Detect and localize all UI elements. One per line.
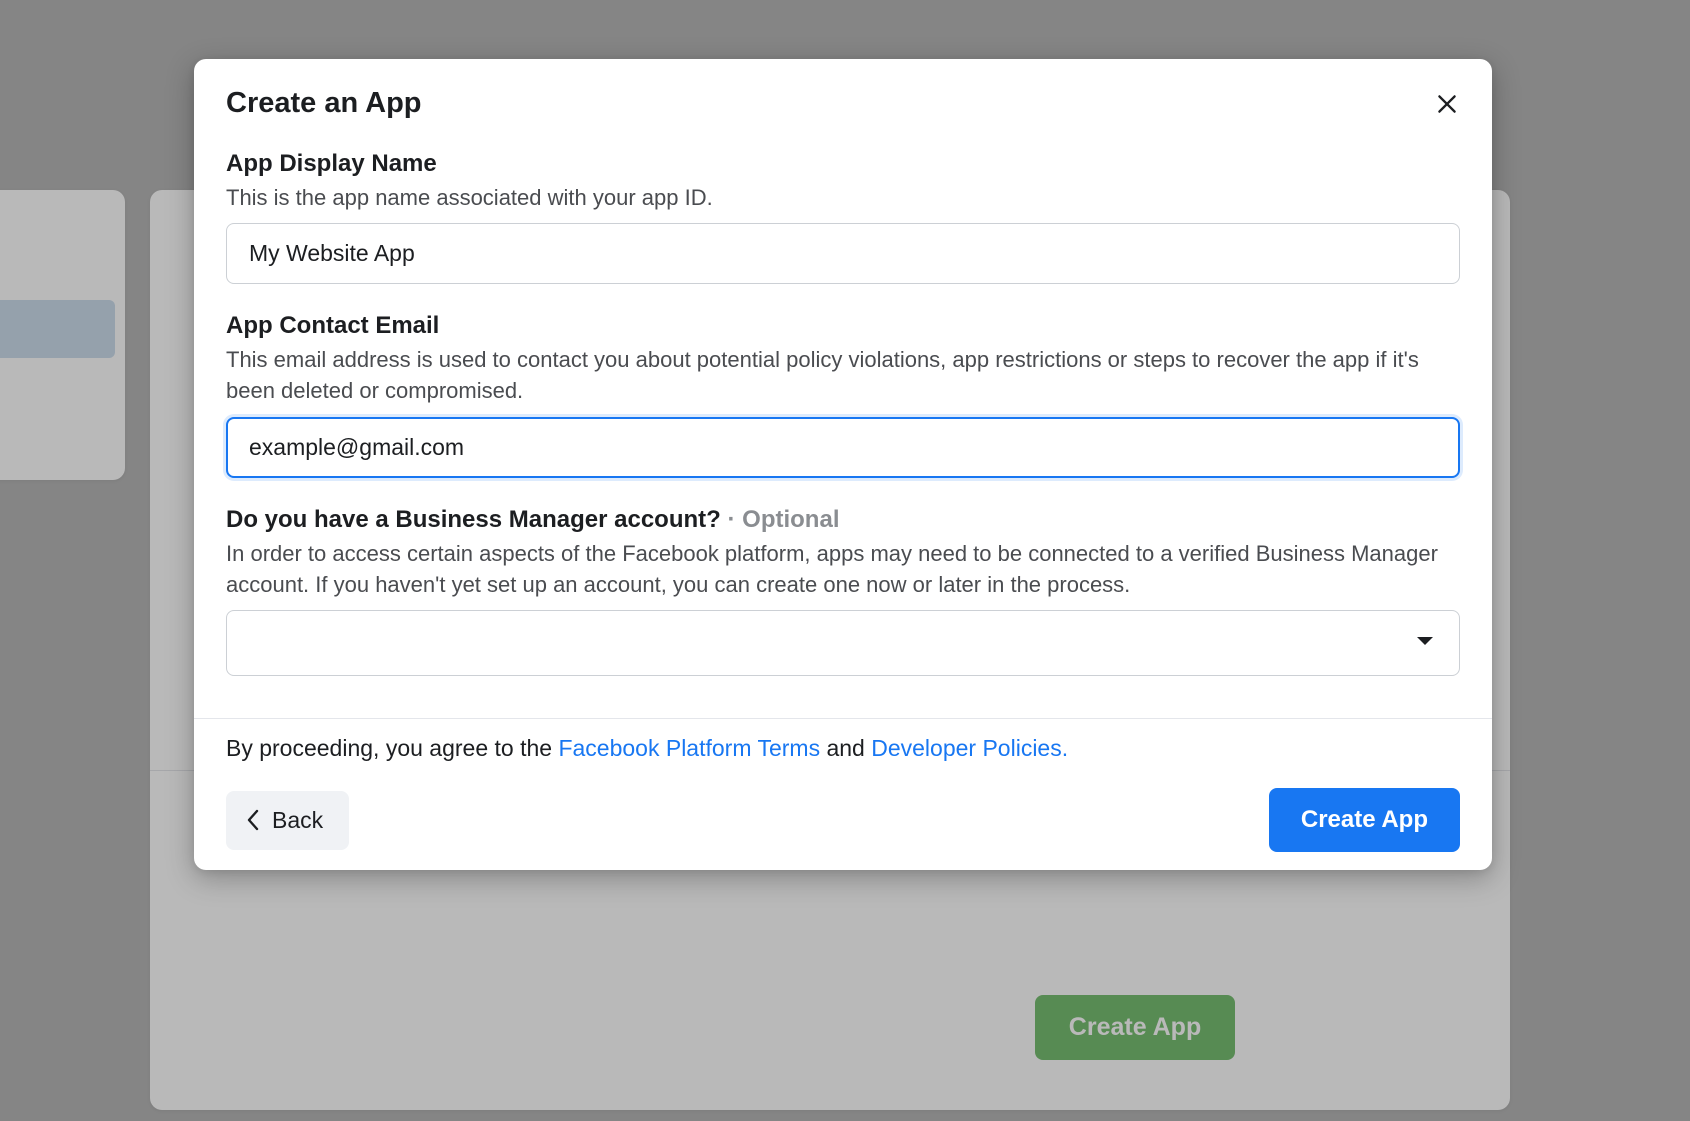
footer-buttons: Back Create App — [226, 788, 1460, 852]
contact-email-input[interactable] — [226, 417, 1460, 478]
display-name-desc: This is the app name associated with you… — [226, 182, 1460, 213]
terms-mid: and — [826, 735, 871, 761]
create-app-button[interactable]: Create App — [1269, 788, 1460, 852]
business-manager-select[interactable] — [226, 610, 1460, 676]
optional-tag: Optional — [742, 506, 839, 533]
back-button[interactable]: Back — [226, 791, 349, 850]
display-name-input[interactable] — [226, 223, 1460, 284]
business-manager-label-text: Do you have a Business Manager account? — [226, 506, 721, 533]
create-app-modal: Create an App App Display Name This is t… — [194, 59, 1492, 870]
terms-prefix: By proceeding, you agree to the — [226, 735, 558, 761]
display-name-label: App Display Name — [226, 150, 1460, 178]
create-app-label: Create App — [1301, 806, 1428, 833]
modal-title: Create an App — [226, 87, 1460, 120]
field-contact-email: App Contact Email This email address is … — [226, 312, 1460, 477]
field-display-name: App Display Name This is the app name as… — [226, 150, 1460, 284]
modal-footer: By proceeding, you agree to the Facebook… — [194, 718, 1492, 870]
contact-email-label: App Contact Email — [226, 312, 1460, 340]
close-button[interactable] — [1427, 84, 1467, 124]
business-manager-label: Do you have a Business Manager account? … — [226, 506, 1460, 534]
developer-policies-link[interactable]: Developer Policies. — [871, 735, 1068, 761]
platform-terms-link[interactable]: Facebook Platform Terms — [558, 735, 820, 761]
close-icon — [1434, 91, 1460, 117]
contact-email-desc: This email address is used to contact yo… — [226, 344, 1460, 406]
chevron-left-icon — [246, 808, 260, 832]
business-manager-desc: In order to access certain aspects of th… — [226, 538, 1460, 600]
business-manager-select-wrap — [226, 610, 1460, 676]
modal-body: Create an App App Display Name This is t… — [194, 59, 1492, 718]
optional-separator: · — [727, 506, 742, 533]
field-business-manager: Do you have a Business Manager account? … — [226, 506, 1460, 676]
back-label: Back — [272, 807, 323, 834]
terms-text: By proceeding, you agree to the Facebook… — [226, 735, 1460, 762]
